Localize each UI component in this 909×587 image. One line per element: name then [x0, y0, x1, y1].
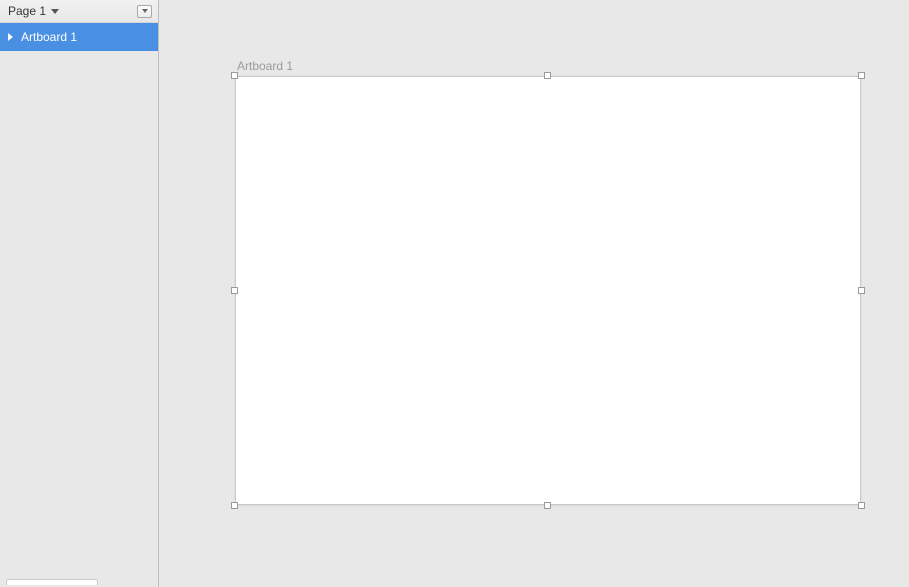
page-name-label: Page 1 [8, 4, 46, 18]
caret-down-icon [51, 9, 59, 14]
resize-handle-ne[interactable] [858, 72, 865, 79]
disclosure-triangle-icon[interactable] [8, 33, 13, 41]
resize-handle-s[interactable] [544, 502, 551, 509]
caret-down-icon [142, 9, 148, 13]
resize-handle-nw[interactable] [231, 72, 238, 79]
page-list-dropdown-button[interactable] [137, 5, 152, 18]
resize-handle-e[interactable] [858, 287, 865, 294]
app-root: Page 1 Artboard 1 Artboard 1 [0, 0, 909, 587]
artboard-1[interactable] [235, 76, 861, 505]
artboard-title-label[interactable]: Artboard 1 [237, 59, 293, 73]
layer-name-label: Artboard 1 [21, 30, 77, 44]
sidebar-bottom-bar [0, 577, 158, 587]
resize-handle-se[interactable] [858, 502, 865, 509]
page-selector-label-wrap: Page 1 [8, 4, 59, 18]
layer-row-artboard-1[interactable]: Artboard 1 [0, 23, 158, 51]
resize-handle-n[interactable] [544, 72, 551, 79]
page-selector[interactable]: Page 1 [0, 0, 158, 23]
layer-search-input[interactable] [6, 579, 98, 585]
canvas[interactable]: Artboard 1 [159, 0, 909, 587]
resize-handle-sw[interactable] [231, 502, 238, 509]
resize-handle-w[interactable] [231, 287, 238, 294]
layers-sidebar: Page 1 Artboard 1 [0, 0, 159, 587]
